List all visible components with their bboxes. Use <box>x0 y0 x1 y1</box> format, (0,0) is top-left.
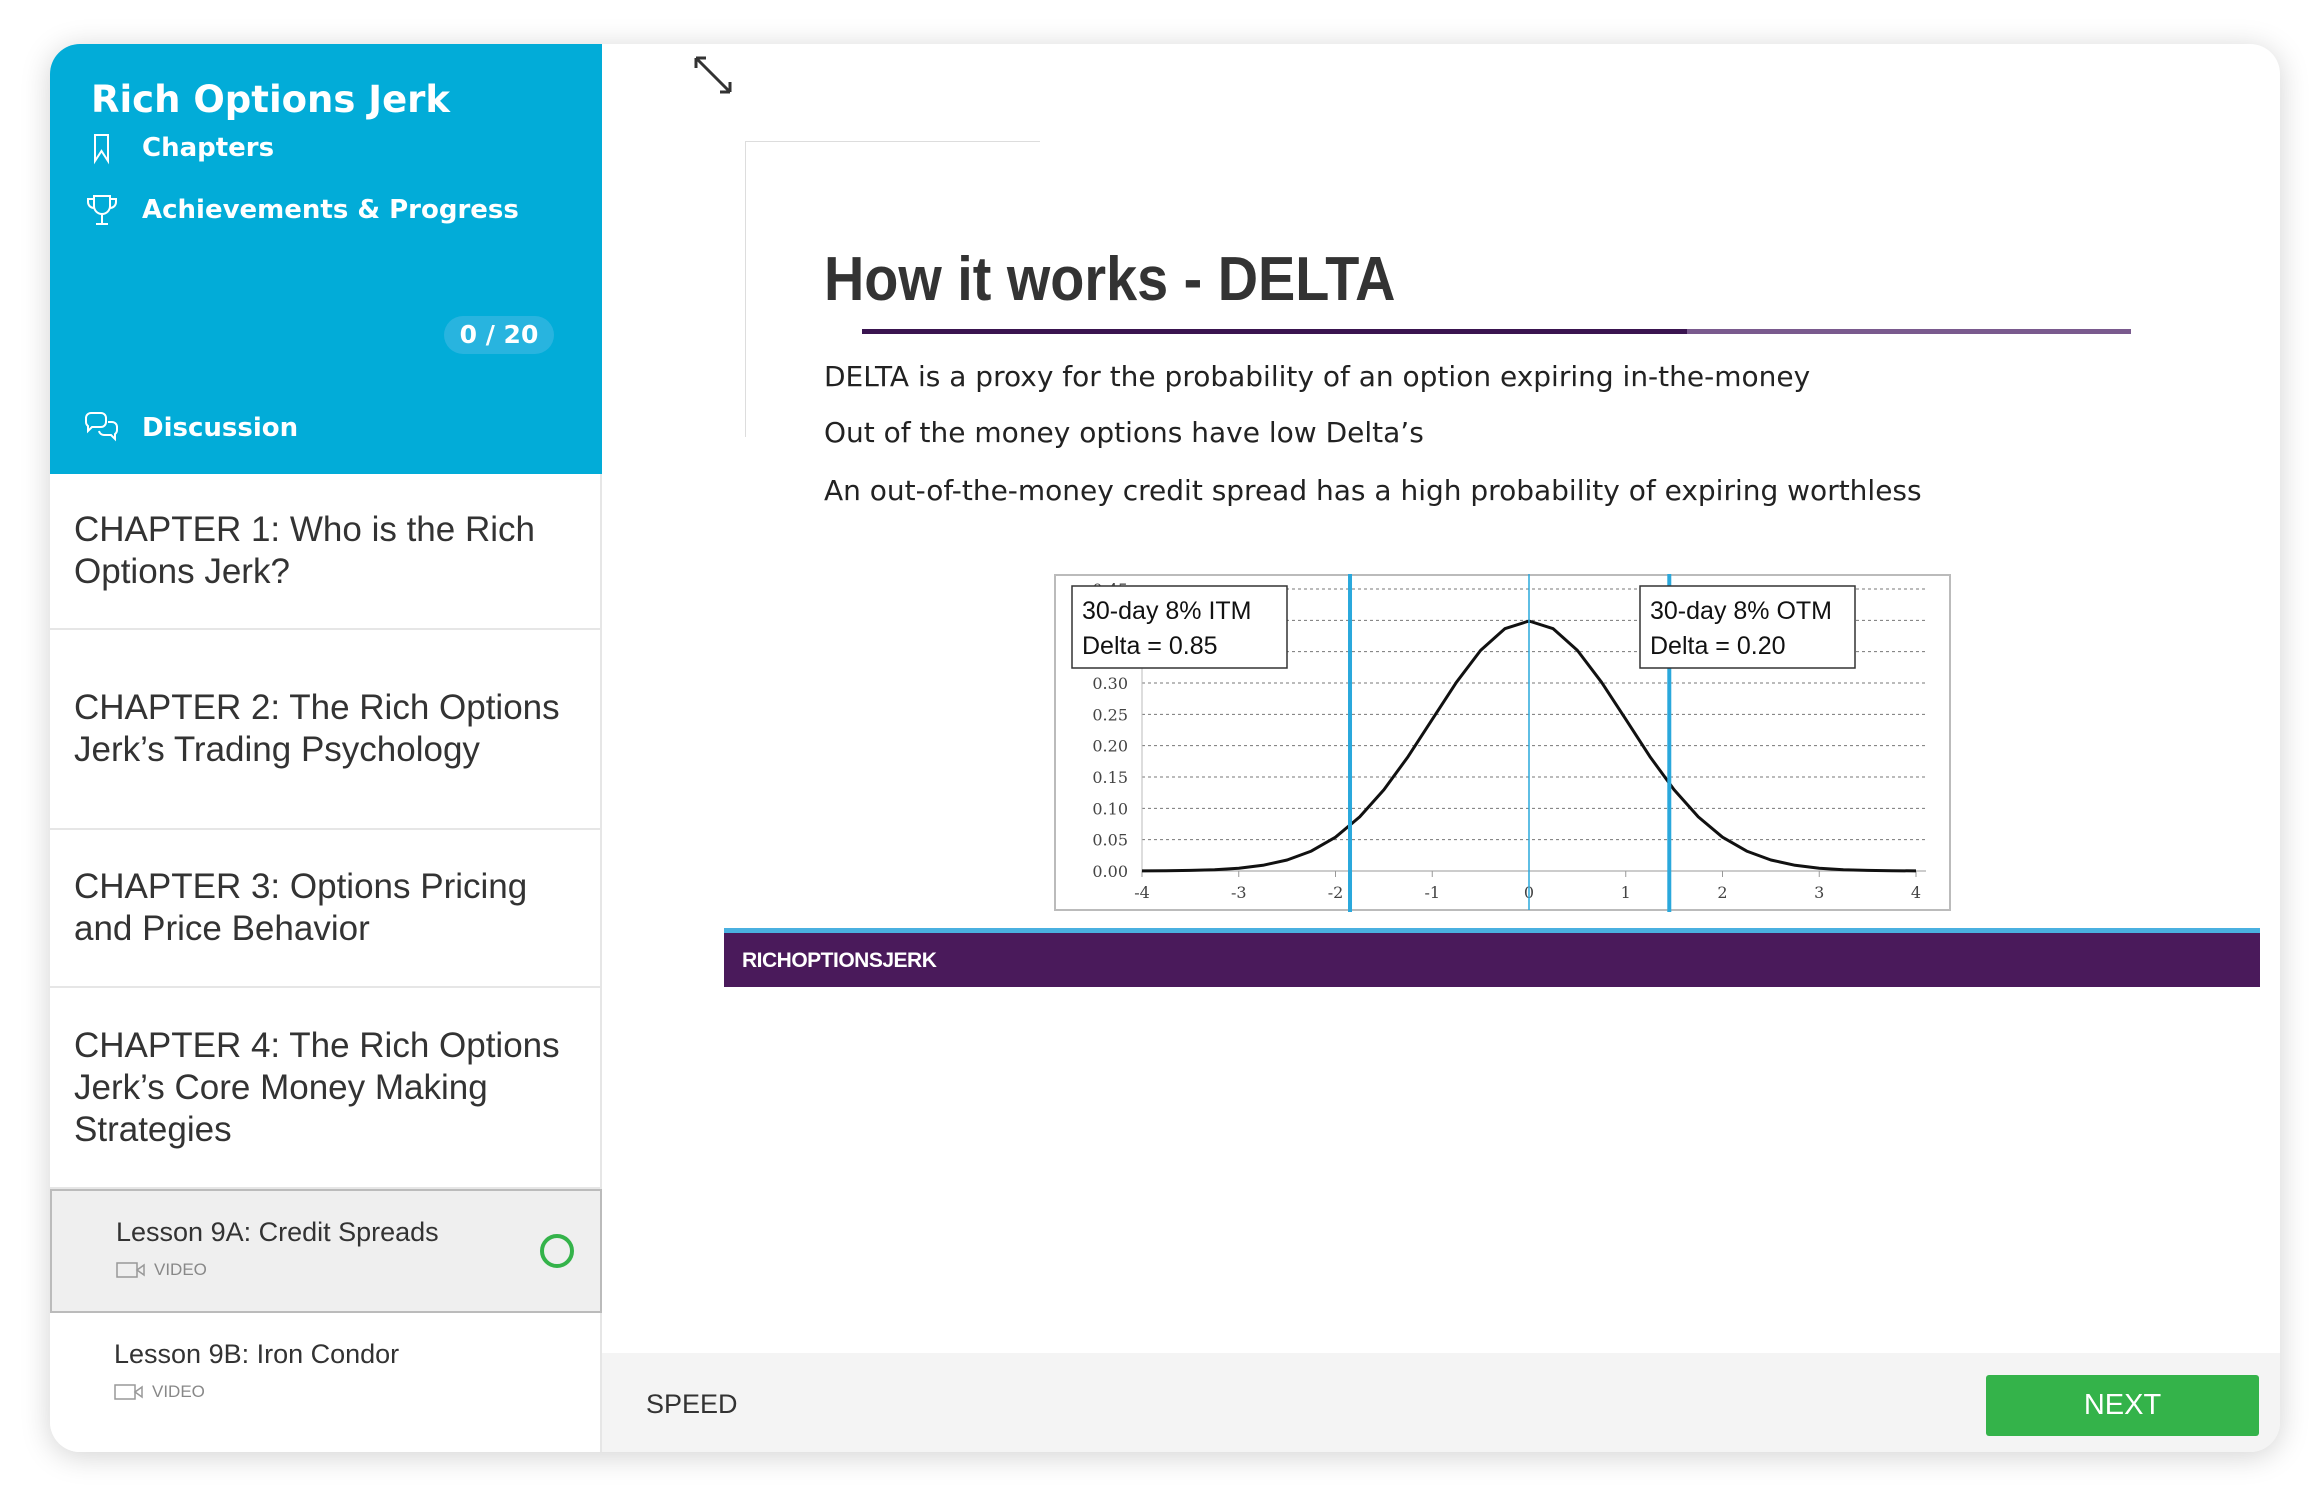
brand-logo: RICHOPTIONSJERK <box>742 949 937 972</box>
annotation-text: Delta = 0.20 <box>1650 632 1786 660</box>
x-tick-label: 1 <box>1621 883 1631 902</box>
progress-badge: 0 / 20 <box>444 316 554 354</box>
annotation-text: 30-day 8% OTM <box>1650 597 1832 625</box>
x-tick-label: 4 <box>1911 883 1921 902</box>
annotation-text: 30-day 8% ITM <box>1082 597 1252 625</box>
nav-chapters[interactable]: Chapters <box>82 128 274 168</box>
lesson-type: VIDEO <box>152 1382 205 1401</box>
chapter-title: CHAPTER 4: The Rich Options Jerk’s Core … <box>74 1025 560 1149</box>
slide-title: How it works - DELTA <box>824 245 1396 314</box>
bullet: DELTA is a proxy for the probability of … <box>824 360 1811 393</box>
x-tick-label: -4 <box>1134 883 1150 902</box>
y-tick-label: 0.15 <box>1092 768 1128 787</box>
next-button[interactable]: NEXT <box>1986 1375 2259 1436</box>
lesson-item[interactable]: Lesson 9B: Iron Condor VIDEO <box>50 1313 602 1452</box>
brand-band: RICHOPTIONSJERK <box>724 928 2260 987</box>
chapter-item[interactable]: CHAPTER 4: The Rich Options Jerk’s Core … <box>50 988 602 1189</box>
y-tick-label: 0.05 <box>1092 831 1128 850</box>
course-player: Rich Options Jerk Chapters Achievements … <box>50 44 2280 1452</box>
title-underline <box>862 329 2131 334</box>
x-tick-label: 3 <box>1814 883 1824 902</box>
progress-circle-icon <box>540 1234 574 1268</box>
bookmark-icon <box>94 134 109 165</box>
chapter-item[interactable]: CHAPTER 3: Options Pricing and Price Beh… <box>50 830 602 988</box>
delta-scale-label: .00 <box>1863 923 1896 924</box>
nav-discussion[interactable]: Discussion <box>82 408 298 448</box>
lesson-title: Lesson 9A: Credit Spreads <box>116 1217 439 1247</box>
app-title: Rich Options Jerk <box>91 78 451 121</box>
x-tick-label: -1 <box>1424 883 1440 902</box>
speed-control[interactable]: SPEED <box>646 1389 738 1420</box>
y-tick-label: 0.25 <box>1092 705 1128 724</box>
chapter-title: CHAPTER 3: Options Pricing and Price Beh… <box>74 867 528 948</box>
chapter-item[interactable]: CHAPTER 1: Who is the Rich Options Jerk? <box>50 474 602 630</box>
bullet: An out-of-the-money credit spread has a … <box>824 474 1922 507</box>
chapter-title: CHAPTER 2: The Rich Options Jerk’s Tradi… <box>74 688 560 769</box>
y-tick-label: 0.00 <box>1092 862 1128 881</box>
sidebar: Rich Options Jerk Chapters Achievements … <box>50 44 602 1452</box>
bullet: Out of the money options have low Delta’… <box>824 416 1424 449</box>
trophy-icon <box>87 195 117 225</box>
nav-achievements[interactable]: Achievements & Progress <box>82 190 519 230</box>
lesson-type: VIDEO <box>154 1260 207 1279</box>
nav-label: Chapters <box>142 133 275 163</box>
x-tick-label: -2 <box>1328 883 1344 902</box>
delta-scale-label: 1.00 <box>1099 923 1146 924</box>
delta-chart: 0.000.050.100.150.200.250.300.350.400.45… <box>1054 574 1951 924</box>
y-tick-label: 0.20 <box>1092 737 1128 756</box>
annotation-text: Delta = 0.85 <box>1082 632 1218 660</box>
chat-icon <box>85 412 118 442</box>
y-tick-label: 0.30 <box>1092 674 1128 693</box>
chapter-item[interactable]: CHAPTER 2: The Rich Options Jerk’s Tradi… <box>50 630 602 830</box>
nav-label: Discussion <box>142 413 299 443</box>
video-icon <box>114 1384 143 1400</box>
main-content: How it works - DELTA DELTA is a proxy fo… <box>602 44 2280 1452</box>
x-tick-label: -3 <box>1231 883 1247 902</box>
y-tick-label: 0.10 <box>1092 799 1128 818</box>
chapter-title: CHAPTER 1: Who is the Rich Options Jerk? <box>74 510 535 591</box>
lesson-title: Lesson 9B: Iron Condor <box>114 1339 400 1369</box>
nav-label: Achievements & Progress <box>142 195 519 225</box>
sidebar-header: Rich Options Jerk Chapters Achievements … <box>50 44 602 474</box>
video-icon <box>116 1262 145 1278</box>
x-tick-label: 2 <box>1717 883 1727 902</box>
lesson-item-selected[interactable]: Lesson 9A: Credit Spreads VIDEO <box>50 1189 602 1313</box>
expand-icon[interactable] <box>692 54 734 96</box>
footer-bar: SPEED NEXT <box>602 1353 2280 1452</box>
delta-scale-label: .50 <box>1465 921 1498 924</box>
